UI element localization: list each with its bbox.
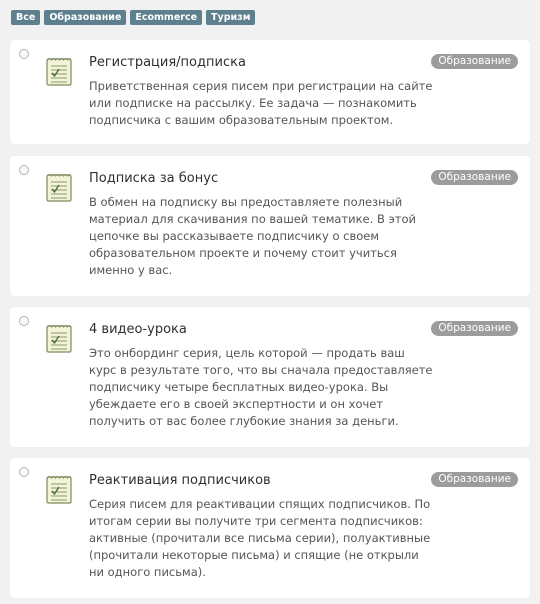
card-title: Подписка за бонус xyxy=(89,171,219,186)
card-title: Реактивация подписчиков xyxy=(89,473,271,488)
template-card-bonus-subscription[interactable]: Подписка за бонус В обмен на подписку вы… xyxy=(10,156,530,296)
category-badge: Образование xyxy=(431,54,518,69)
card-title: 4 видео-урока xyxy=(89,322,187,337)
card-description: Приветственная серия писем при регистрац… xyxy=(89,79,433,127)
template-card-registration[interactable]: Регистрация/подписка Приветственная сери… xyxy=(10,40,530,144)
filter-tag-education[interactable]: Образование xyxy=(44,10,127,25)
document-icon xyxy=(46,174,72,202)
select-radio[interactable] xyxy=(19,467,29,477)
document-icon xyxy=(46,476,72,504)
card-description: Это онбординг серия, цель которой — прод… xyxy=(89,346,433,428)
category-badge: Образование xyxy=(431,321,518,336)
card-description: В обмен на подписку вы предоставляете по… xyxy=(89,195,417,277)
document-icon xyxy=(46,325,72,353)
card-description: Серия писем для реактивации спящих подпи… xyxy=(89,497,431,579)
card-title: Регистрация/подписка xyxy=(89,55,246,70)
category-badge: Образование xyxy=(431,472,518,487)
filter-tag-all[interactable]: Все xyxy=(11,10,41,25)
select-radio[interactable] xyxy=(19,316,29,326)
select-radio[interactable] xyxy=(19,165,29,175)
category-badge: Образование xyxy=(431,170,518,185)
select-radio[interactable] xyxy=(19,49,29,59)
filter-tag-tourism[interactable]: Туризм xyxy=(206,10,256,25)
document-icon xyxy=(46,58,72,86)
category-filter-bar: Все Образование Ecommerce Туризм xyxy=(11,10,256,25)
template-card-video-lessons[interactable]: 4 видео-урока Это онбординг серия, цель … xyxy=(10,307,530,447)
filter-tag-ecommerce[interactable]: Ecommerce xyxy=(130,10,203,25)
template-card-reactivation[interactable]: Реактивация подписчиков Серия писем для … xyxy=(10,458,530,598)
